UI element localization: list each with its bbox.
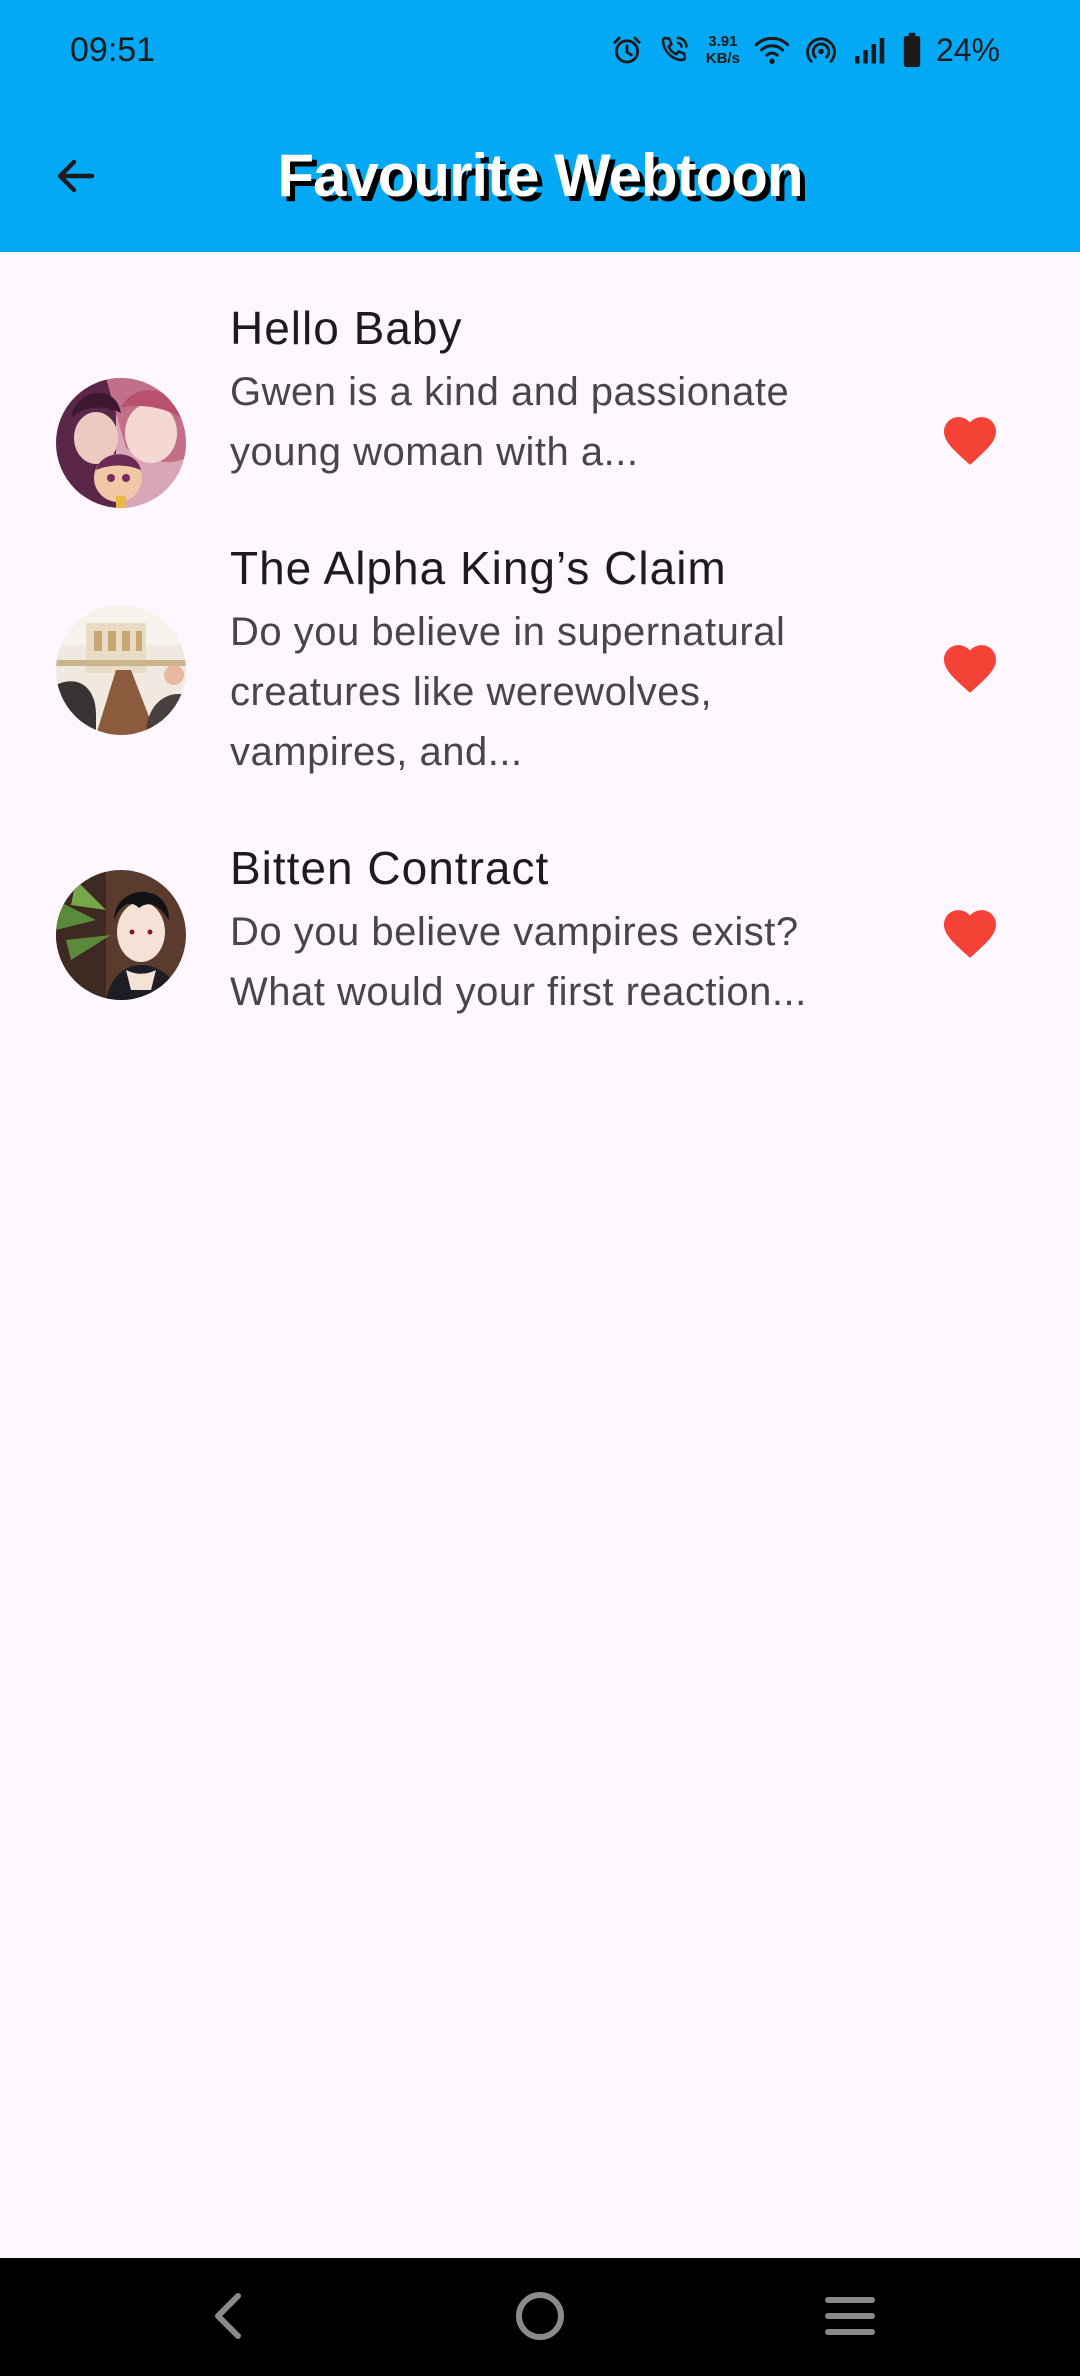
network-speed-value: 3.91 [708, 33, 738, 50]
wifi-icon [754, 33, 790, 67]
webtoon-title: Bitten Contract [230, 842, 550, 894]
heart-icon [941, 907, 999, 964]
heart-icon [941, 414, 999, 471]
home-nav-icon [514, 2290, 566, 2347]
network-speed: 3.91 KB/s [706, 33, 740, 67]
nav-back-button[interactable] [188, 2278, 268, 2358]
webtoon-thumbnail [56, 605, 186, 735]
recents-nav-icon [824, 2294, 876, 2343]
list-item-text: Bitten Contract Do you believe vampires … [230, 840, 880, 1022]
nav-recents-button[interactable] [810, 2278, 890, 2358]
back-nav-icon [206, 2290, 250, 2347]
signal-icon [852, 33, 888, 67]
alarm-icon [610, 33, 644, 67]
favourite-button[interactable] [930, 630, 1010, 710]
heart-icon [941, 642, 999, 699]
hotspot-icon [804, 33, 838, 67]
network-speed-unit: KB/s [705, 50, 740, 67]
list-item-text: The Alpha King’s Claim Do you believe in… [230, 540, 880, 782]
status-time: 09:51 [70, 31, 156, 69]
list-item-text: Hello Baby Gwen is a kind and passionate… [230, 300, 880, 482]
webtoon-title: Hello Baby [230, 302, 463, 354]
favourite-button[interactable] [930, 402, 1010, 482]
status-bar: 09:51 3.91 KB/s 24% [0, 0, 1080, 100]
battery-percentage: 24% [935, 32, 1000, 68]
webtoon-thumbnail [56, 870, 186, 1000]
page-title: Favourite Webtoon [277, 142, 803, 209]
webtoon-description: Gwen is a kind and passionate young woma… [230, 370, 790, 474]
app-bar: Favourite Webtoon [0, 100, 1080, 252]
webtoon-description: Do you believe in supernatural creatures… [230, 610, 786, 774]
webtoon-title: The Alpha King’s Claim [230, 542, 727, 594]
battery-icon [902, 32, 922, 68]
webtoon-description: Do you believe vampires exist? What woul… [230, 910, 807, 1014]
webtoon-thumbnail [56, 378, 186, 508]
favourite-button[interactable] [930, 895, 1010, 975]
wifi-call-icon [658, 33, 692, 67]
nav-home-button[interactable] [500, 2278, 580, 2358]
system-navigation-bar [0, 2258, 1080, 2376]
status-icons: 3.91 KB/s 24% [610, 26, 1000, 74]
